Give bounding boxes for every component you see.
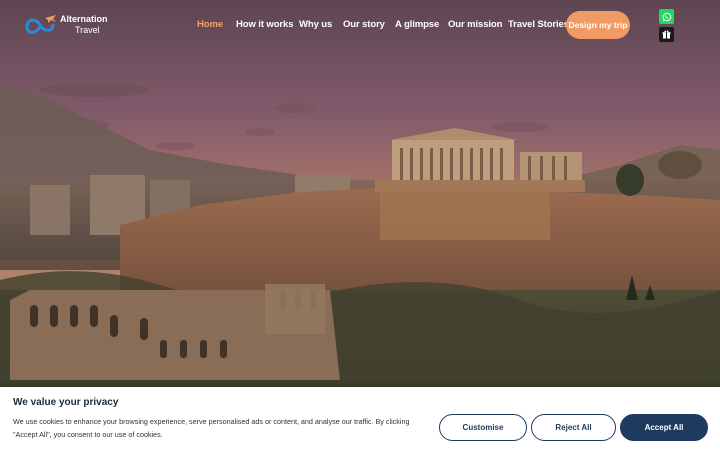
hero-image xyxy=(0,0,720,450)
cookie-consent-banner: We value your privacy We use cookies to … xyxy=(0,387,720,450)
whatsapp-button[interactable] xyxy=(659,9,674,24)
cookie-description: We use cookies to enhance your browsing … xyxy=(13,417,410,439)
nav-item-our-mission[interactable]: Our mission xyxy=(448,19,502,30)
whatsapp-icon xyxy=(662,12,671,21)
nav-item-how-it-works[interactable]: How it works xyxy=(236,19,294,30)
nav-item-our-story[interactable]: Our story xyxy=(343,19,385,30)
customise-button[interactable]: Customise xyxy=(439,414,527,441)
gift-icon xyxy=(662,30,671,39)
nav-item-travel-stories[interactable]: Travel Stories xyxy=(508,19,569,30)
site-header: Alternation Travel Home How it works Why… xyxy=(0,0,720,52)
hero-background xyxy=(0,0,720,450)
nav-item-why-us[interactable]: Why us xyxy=(299,19,332,30)
cookie-title: We value your privacy xyxy=(13,397,119,408)
nav-item-home[interactable]: Home xyxy=(197,19,223,30)
nav-item-a-glimpse[interactable]: A glimpse xyxy=(395,19,439,30)
design-my-trip-button[interactable]: Design my trip xyxy=(566,11,630,39)
gift-button[interactable] xyxy=(659,27,674,42)
accept-all-button[interactable]: Accept All xyxy=(620,414,708,441)
reject-all-button[interactable]: Reject All xyxy=(531,414,616,441)
